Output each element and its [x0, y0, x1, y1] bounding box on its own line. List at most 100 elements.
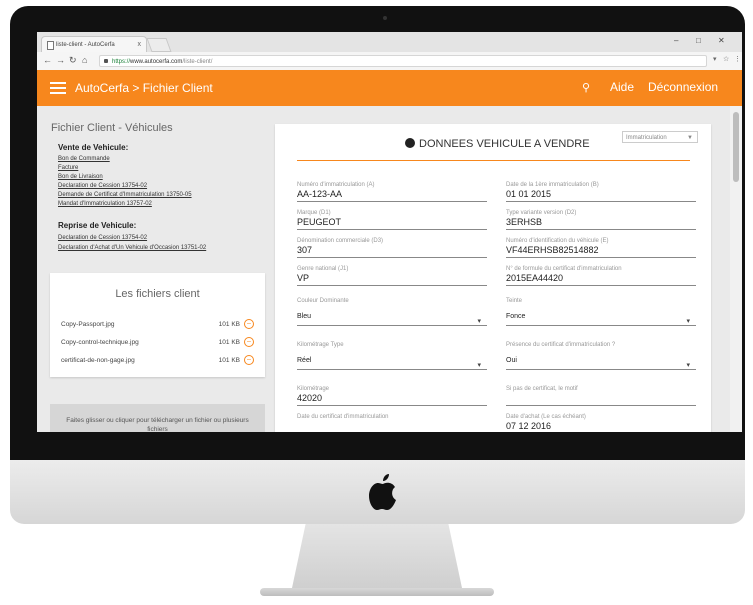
field-label: Dénomination commerciale (D3): [297, 238, 384, 244]
field-immatriculation[interactable]: Numéro d'immatriculation (A) AA-123-AA: [297, 182, 487, 202]
field-motif[interactable]: Si pas de certificat, le motif: [506, 386, 696, 406]
select-value: Immatriculation: [626, 135, 667, 141]
select-couleur[interactable]: Couleur Dominante Bleu ▾: [297, 298, 487, 326]
chevron-down-icon: ▾: [477, 318, 481, 325]
menu-icon[interactable]: ⋮: [734, 55, 741, 63]
page-icon: [47, 41, 54, 50]
minimize-icon[interactable]: –: [674, 36, 678, 45]
field-genre[interactable]: Genre national (J1) VP: [297, 266, 487, 286]
field-label: Date du certificat d'immatriculation: [297, 414, 389, 420]
url-path: /liste-client/: [182, 59, 213, 65]
file-name[interactable]: certificat-de-non-gage.jpg: [61, 357, 135, 364]
link-mandat-immatriculation[interactable]: Mandat d'Immatriculation 13757-02: [58, 201, 152, 207]
vehicle-card: DONNEES VEHICULE A VENDRE Immatriculatio…: [275, 124, 711, 432]
link-declaration-achat[interactable]: Declaration d'Achat d'Un Vehicule d'Occa…: [58, 245, 206, 251]
file-name[interactable]: Copy-control-technique.jpg: [61, 339, 139, 346]
field-date-achat[interactable]: Date d'achat (Le cas échéant) 07 12 2016: [506, 414, 696, 432]
remove-file-icon[interactable]: –: [244, 355, 254, 365]
nav-aide-link[interactable]: Aide: [610, 80, 634, 94]
url-scheme: https://: [112, 59, 131, 65]
app-header: AutoCerfa > Fichier Client ⚲ Aide Déconn…: [37, 70, 742, 106]
chevron-down-icon: ▾: [686, 362, 690, 369]
link-facture[interactable]: Facture: [58, 165, 78, 171]
field-date-certificat[interactable]: Date du certificat d'immatriculation: [297, 414, 487, 432]
field-value: Bleu: [297, 313, 312, 320]
extension-icon[interactable]: ▾: [713, 55, 717, 63]
forward-icon[interactable]: →: [56, 55, 65, 65]
file-dropzone[interactable]: Faites glisser ou cliquer pour télécharg…: [50, 404, 265, 432]
imac-stand-base: [260, 588, 494, 596]
link-bon-de-commande[interactable]: Bon de Commande: [58, 156, 110, 162]
card-title: DONNEES VEHICULE A VENDRE: [405, 138, 590, 150]
new-tab-button[interactable]: [146, 38, 172, 52]
browser-tabbar: liste-client - AutoCerfa x – □ ✕: [37, 32, 742, 52]
field-value: 01 01 2015: [506, 189, 552, 199]
breadcrumb[interactable]: AutoCerfa > Fichier Client: [75, 80, 213, 96]
screen: liste-client - AutoCerfa x – □ ✕ ← → ↻ ⌂…: [37, 32, 742, 432]
nav-deconnexion-link[interactable]: Déconnexion: [648, 80, 718, 94]
field-label: Teinte: [506, 298, 523, 304]
field-type-variante[interactable]: Type variante version (D2) 3ERHSB: [506, 210, 696, 230]
field-label: N° de formule du certificat d'immatricul…: [506, 266, 622, 272]
browser-tab[interactable]: liste-client - AutoCerfa x: [41, 36, 147, 52]
field-value: [297, 421, 487, 432]
field-value: VP: [297, 273, 310, 283]
link-bon-de-livraison[interactable]: Bon de Livraison: [58, 174, 103, 180]
field-label: Numéro d'immatriculation (A): [297, 182, 375, 188]
vente-heading: Vente de Vehicule:: [58, 143, 129, 152]
remove-file-icon[interactable]: –: [244, 337, 254, 347]
field-value: AA-123-AA: [297, 189, 343, 199]
file-row: certificat-de-non-gage.jpg 101 KB –: [61, 355, 256, 365]
file-size: 101 KB: [218, 321, 240, 328]
link-declaration-cession[interactable]: Declaration de Cession 13754-02: [58, 183, 147, 189]
sidebar-title: Fichier Client - Véhicules: [51, 122, 173, 134]
card-title-text: DONNEES VEHICULE A VENDRE: [419, 138, 590, 150]
field-label: Si pas de certificat, le motif: [506, 386, 578, 392]
field-formule[interactable]: N° de formule du certificat d'immatricul…: [506, 266, 696, 286]
tab-close-icon[interactable]: x: [138, 37, 142, 53]
chevron-down-icon: ▾: [686, 318, 690, 325]
select-teinte[interactable]: Teinte Fonce ▾: [506, 298, 696, 326]
lock-icon: [104, 59, 108, 63]
page-scrollbar[interactable]: [730, 106, 742, 432]
field-date-1ere-immat[interactable]: Date de la 1ère immatriculation (B) 01 0…: [506, 182, 696, 202]
reload-icon[interactable]: ↻: [69, 55, 77, 66]
field-label: Date d'achat (Le cas échéant): [506, 414, 586, 420]
camera-dot: [383, 16, 387, 20]
files-title: Les fichiers client: [115, 288, 200, 300]
car-icon: [405, 138, 415, 148]
star-icon[interactable]: ☆: [723, 55, 729, 63]
document-type-select[interactable]: Immatriculation ▼: [622, 131, 698, 143]
link-demande-certificat[interactable]: Demande de Certificat d'Immatriculation …: [58, 192, 192, 198]
field-value: 307: [297, 245, 313, 255]
select-kilometrage-type[interactable]: Kilométrage Type Réel ▾: [297, 342, 487, 370]
imac-stand: [292, 524, 462, 588]
field-value: 2015EA44420: [506, 273, 564, 283]
hamburger-menu-icon[interactable]: [50, 82, 66, 94]
field-value: PEUGEOT: [297, 217, 342, 227]
field-kilometrage[interactable]: Kilométrage 42020: [297, 386, 487, 406]
field-label: Type variante version (D2): [506, 210, 577, 216]
field-value: Réel: [297, 357, 312, 364]
field-label: Kilométrage Type: [297, 342, 344, 348]
maximize-icon[interactable]: □: [696, 36, 701, 45]
search-icon[interactable]: ⚲: [582, 81, 590, 94]
field-vin[interactable]: Numéro d'identification du véhicule (E) …: [506, 238, 696, 258]
url-host: www.autocerfa.com: [130, 59, 183, 65]
file-row: Copy-control-technique.jpg 101 KB –: [61, 337, 256, 347]
url-input[interactable]: https://www.autocerfa.com/liste-client/: [99, 55, 707, 67]
scrollbar-thumb[interactable]: [733, 112, 739, 182]
field-label: Genre national (J1): [297, 266, 349, 272]
file-name[interactable]: Copy-Passport.jpg: [61, 321, 114, 328]
field-denomination[interactable]: Dénomination commerciale (D3) 307: [297, 238, 487, 258]
remove-file-icon[interactable]: –: [244, 319, 254, 329]
field-label: Marque (D1): [297, 210, 331, 216]
link-reprise-declaration-cession[interactable]: Declaration de Cession 13754-02: [58, 235, 147, 241]
field-marque[interactable]: Marque (D1) PEUGEOT: [297, 210, 487, 230]
select-presence-certificat[interactable]: Présence du certificat d'immatriculation…: [506, 342, 696, 370]
field-value: Fonce: [506, 313, 526, 320]
tab-title: liste-client - AutoCerfa: [56, 42, 115, 48]
close-window-icon[interactable]: ✕: [718, 36, 725, 45]
home-icon[interactable]: ⌂: [82, 55, 87, 65]
back-icon[interactable]: ←: [43, 55, 52, 65]
